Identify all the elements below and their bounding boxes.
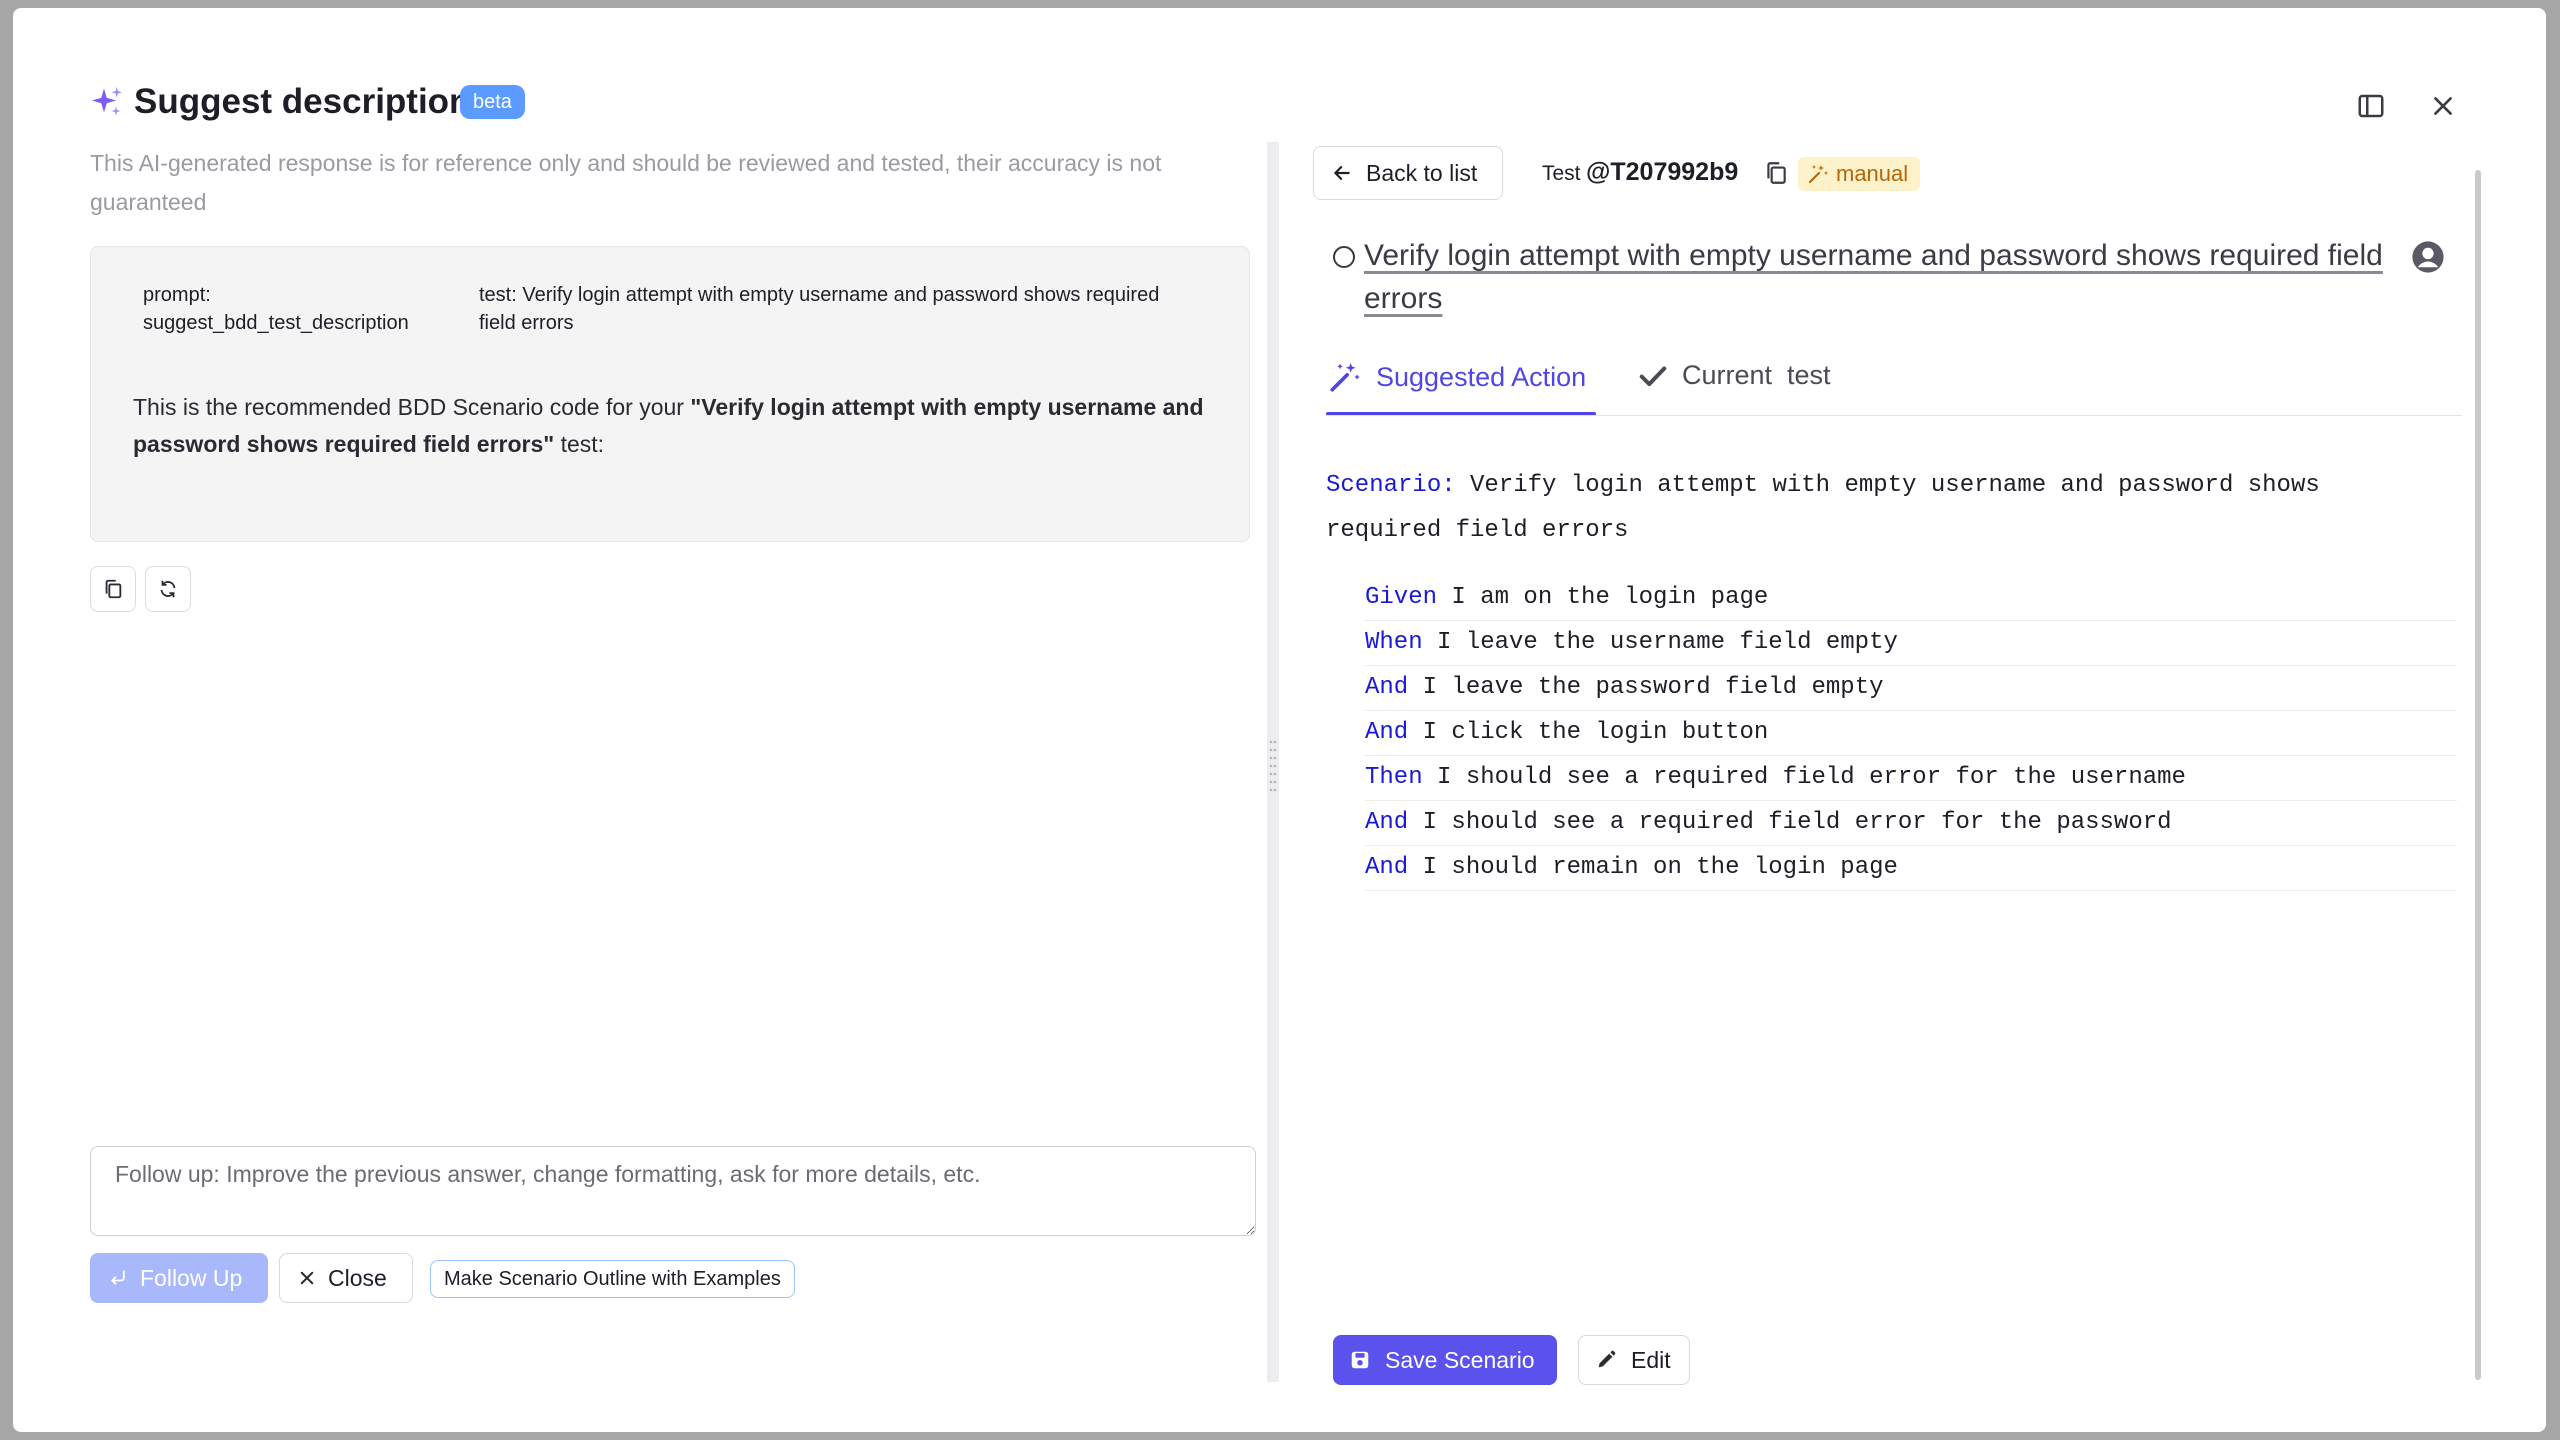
follow-up-input[interactable]: [90, 1146, 1256, 1236]
step-row: Then I should see a required field error…: [1365, 756, 2457, 801]
step-keyword: Given: [1365, 584, 1438, 611]
close-button[interactable]: Close: [279, 1253, 413, 1303]
test-status-icon: [1333, 246, 1355, 268]
back-to-list-label: Back to list: [1366, 159, 1478, 186]
test-label: Test: [1542, 162, 1581, 185]
tab-current-test[interactable]: Current test: [1638, 360, 1831, 391]
step-row: And I should remain on the login page: [1365, 846, 2457, 891]
step-text: I click the login button: [1408, 719, 1769, 746]
suggest-description-modal: Suggest description beta This AI-generat…: [13, 8, 2546, 1432]
manual-label: manual: [1836, 161, 1909, 186]
step-row: And I click the login button: [1365, 711, 2457, 756]
follow-up-button[interactable]: Follow Up: [90, 1253, 268, 1303]
copy-test-id-button[interactable]: [1763, 160, 1789, 186]
step-keyword: And: [1365, 809, 1409, 836]
save-scenario-button[interactable]: Save Scenario: [1333, 1335, 1557, 1385]
step-row: When I leave the username field empty: [1365, 621, 2457, 666]
scenario-outline-suggestion-chip[interactable]: Make Scenario Outline with Examples: [430, 1260, 795, 1298]
ai-disclaimer: This AI-generated response is for refere…: [90, 150, 1162, 215]
step-text: I should see a required field error for …: [1422, 764, 2186, 791]
scenario-keyword: Scenario:: [1326, 472, 1456, 499]
test-title-link[interactable]: Verify login attempt with empty username…: [1364, 234, 2404, 320]
regenerate-button[interactable]: [145, 566, 191, 612]
step-row: And I should see a required field error …: [1365, 801, 2457, 846]
magic-wand-icon: [1330, 362, 1360, 392]
manual-badge: manual: [1798, 157, 1921, 191]
close-label: Close: [328, 1264, 387, 1291]
scenario-line: Scenario: Verify login attempt with empt…: [1326, 463, 2446, 553]
step-keyword: And: [1365, 854, 1409, 881]
step-row: And I leave the password field empty: [1365, 666, 2457, 711]
tab-current-test-label: Current test: [1682, 360, 1831, 390]
edit-button[interactable]: Edit: [1578, 1335, 1690, 1385]
copy-icon: [1767, 162, 1786, 184]
drag-handle-icon[interactable]: [1269, 738, 1277, 794]
step-keyword: And: [1365, 674, 1409, 701]
save-scenario-label: Save Scenario: [1385, 1346, 1535, 1373]
step-keyword: When: [1365, 629, 1423, 656]
step-text: I should remain on the login page: [1408, 854, 1898, 881]
arrow-left-icon: [1334, 166, 1350, 180]
step-text: I am on the login page: [1437, 584, 1769, 611]
step-text: I should see a required field error for …: [1408, 809, 2172, 836]
test-id: @T207992b9: [1586, 158, 1739, 186]
copy-response-button[interactable]: [90, 566, 136, 612]
right-pane-scrollbar[interactable]: [2475, 170, 2481, 1380]
step-keyword: Then: [1365, 764, 1423, 791]
response-intro: This is the recommended BDD Scenario cod…: [133, 389, 1213, 463]
intro-prefix: This is the recommended BDD Scenario cod…: [133, 394, 691, 420]
scenario-steps: Given I am on the login page When I leav…: [1365, 576, 2457, 891]
prompt-key: prompt: suggest_bdd_test_description: [143, 284, 409, 334]
follow-up-label: Follow Up: [140, 1264, 243, 1291]
sparkles-icon: [92, 87, 122, 116]
step-text: I leave the password field empty: [1408, 674, 1884, 701]
tab-suggested-action[interactable]: Suggested Action: [1328, 360, 1586, 394]
pencil-icon: [1598, 1350, 1616, 1368]
check-icon: [1639, 366, 1667, 386]
panel-layout-icon: [2358, 94, 2384, 118]
step-text: I leave the username field empty: [1422, 629, 1898, 656]
back-to-list-button[interactable]: Back to list: [1313, 146, 1503, 200]
prompt-value: test: Verify login attempt with empty us…: [479, 284, 1160, 334]
scenario-text: Verify login attempt with empty username…: [1326, 472, 2320, 544]
prompt-response-box: prompt: suggest_bdd_test_description tes…: [90, 246, 1250, 542]
close-icon: [2434, 97, 2452, 115]
tabs-divider: [1326, 415, 2462, 416]
close-modal-button[interactable]: [2421, 84, 2465, 128]
enter-icon: [111, 1270, 125, 1285]
intro-suffix: test:: [554, 431, 605, 457]
save-icon: [1351, 1351, 1369, 1369]
user-avatar-icon[interactable]: [2411, 240, 2445, 274]
modal-title: Suggest description: [134, 82, 471, 121]
magic-wand-icon: [1808, 165, 1828, 184]
toggle-panel-button[interactable]: [2349, 84, 2393, 128]
step-keyword: And: [1365, 719, 1409, 746]
close-icon: [300, 1271, 314, 1285]
copy-icon: [105, 579, 122, 599]
step-row: Given I am on the login page: [1365, 576, 2457, 621]
tab-suggested-action-label: Suggested Action: [1376, 361, 1587, 392]
beta-badge: beta: [460, 85, 525, 119]
edit-label: Edit: [1631, 1346, 1671, 1373]
refresh-icon: [160, 580, 176, 598]
